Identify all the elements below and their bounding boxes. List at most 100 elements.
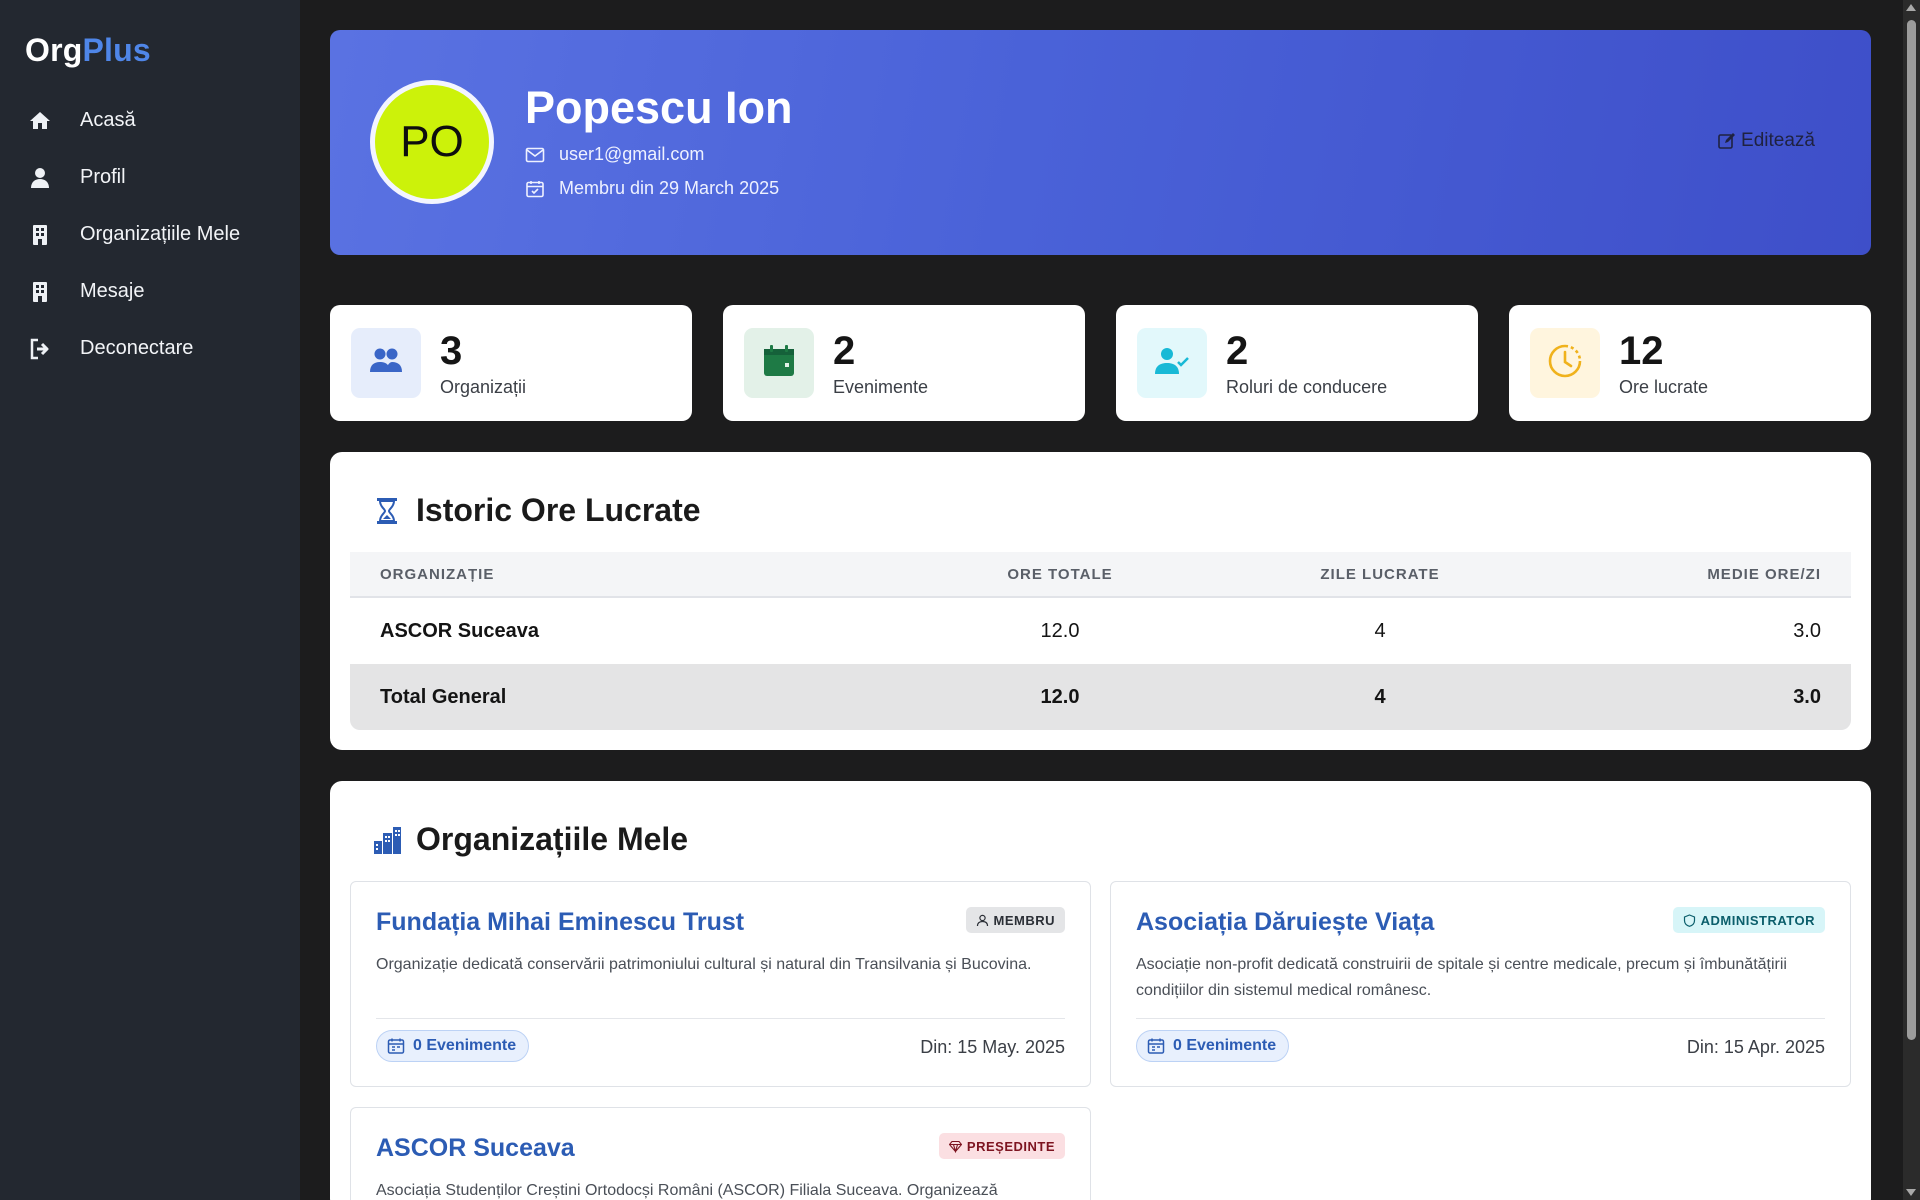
profile-email: user1@gmail.com bbox=[559, 144, 705, 164]
sidebar-item-acasa[interactable]: Acasă bbox=[0, 92, 300, 149]
shield-icon bbox=[1683, 913, 1696, 927]
my-organizations-card: Organizațiile Mele Fundația Mihai Emines… bbox=[330, 781, 1871, 1200]
calendar-icon bbox=[762, 344, 796, 383]
profile-header: PO Popescu Ion user1@gmail.com Membru di… bbox=[330, 30, 1871, 255]
sidebar-item-profil[interactable]: Profil bbox=[0, 149, 300, 206]
organization-description: Asociație non-profit dedicată construiri… bbox=[1136, 956, 1787, 999]
scroll-down-arrow-icon[interactable] bbox=[1906, 1189, 1916, 1196]
profile-member-since: Membru din 29 March 2025 bbox=[559, 178, 780, 198]
profile-email-row: user1@gmail.com bbox=[525, 144, 704, 165]
cell-days: 4 bbox=[1374, 619, 1386, 642]
sidebar-item-label: Profil bbox=[80, 166, 126, 188]
stat-badge bbox=[1137, 328, 1207, 398]
stat-card-roluri: 2 Roluri de conducere bbox=[1116, 305, 1478, 421]
cell-org: ASCOR Suceava bbox=[380, 619, 539, 642]
member-since: Din: 15 Apr. 2025 bbox=[1686, 1037, 1825, 1057]
sidebar-item-label: Acasă bbox=[80, 109, 136, 131]
user-check-icon bbox=[1154, 346, 1190, 381]
avatar-initials: PO bbox=[400, 117, 464, 166]
city-icon bbox=[372, 825, 402, 855]
role-label: ADMINISTRATOR bbox=[1700, 912, 1815, 928]
user-icon bbox=[976, 914, 989, 927]
edit-profile-label: Editează bbox=[1741, 130, 1815, 151]
building-icon bbox=[28, 280, 52, 304]
stat-label: Roluri de conducere bbox=[1226, 377, 1388, 397]
sidebar-nav: Acasă Profil Organizațiile Mele Mesaje D… bbox=[0, 92, 300, 377]
role-badge: PREȘEDINTE bbox=[938, 1133, 1065, 1159]
role-label: PREȘEDINTE bbox=[966, 1138, 1055, 1154]
building-icon bbox=[28, 223, 52, 247]
events-count: 0 Evenimente bbox=[413, 1037, 517, 1054]
cell-avg: 3.0 bbox=[1793, 619, 1821, 642]
edit-profile-button[interactable]: Editează bbox=[1717, 130, 1815, 152]
scrollbar-thumb[interactable] bbox=[1907, 20, 1916, 1040]
my-organizations-title: Organizațiile Mele bbox=[416, 821, 689, 857]
organization-card[interactable]: ASCOR Suceava PREȘEDINTE Asociația Stude… bbox=[350, 1107, 1091, 1200]
home-icon bbox=[28, 109, 52, 133]
column-header-ore-totale[interactable]: ORE TOTALE bbox=[910, 566, 1210, 583]
organization-card[interactable]: Asociația Dăruiește Viața ADMINISTRATOR … bbox=[1110, 881, 1851, 1087]
cell-avg: 3.0 bbox=[1793, 685, 1821, 708]
hours-history-card: Istoric Ore Lucrate ORGANIZAȚIE ORE TOTA… bbox=[330, 452, 1871, 750]
profile-name: Popescu Ion bbox=[525, 82, 793, 133]
cell-total: 12.0 bbox=[1040, 619, 1080, 642]
organization-card[interactable]: Fundația Mihai Eminescu Trust MEMBRU Org… bbox=[350, 881, 1091, 1087]
sidebar-item-organizatii[interactable]: Organizațiile Mele bbox=[0, 206, 300, 263]
envelope-icon bbox=[525, 145, 545, 165]
sidebar: OrgPlus Acasă Profil Organizațiile Mele … bbox=[0, 0, 300, 1200]
profile-member-since-row: Membru din 29 March 2025 bbox=[525, 178, 779, 199]
divider bbox=[376, 1018, 1065, 1019]
column-header-zile-lucrate[interactable]: ZILE LUCRATE bbox=[1210, 566, 1550, 583]
hours-table: ORGANIZAȚIE ORE TOTALE ZILE LUCRATE MEDI… bbox=[350, 552, 1851, 730]
avatar: PO bbox=[370, 80, 494, 204]
calendar-check-icon bbox=[525, 179, 545, 199]
my-organizations-title-row: Organizațiile Mele bbox=[372, 821, 688, 858]
stat-value: 2 bbox=[1226, 329, 1249, 373]
organization-description: Asociația Studenților Creștini Ortodocși… bbox=[376, 1182, 998, 1199]
cell-days: 4 bbox=[1374, 685, 1386, 708]
stat-label: Organizații bbox=[440, 377, 527, 397]
organization-description: Organizație dedicată conservării patrimo… bbox=[376, 956, 1032, 973]
users-icon bbox=[369, 346, 403, 381]
brand-part-2: Plus bbox=[82, 32, 151, 68]
sidebar-item-label: Deconectare bbox=[80, 337, 194, 359]
hours-history-title: Istoric Ore Lucrate bbox=[416, 492, 701, 528]
sidebar-item-label: Organizațiile Mele bbox=[80, 223, 241, 245]
hours-history-title-row: Istoric Ore Lucrate bbox=[372, 492, 701, 529]
events-pill[interactable]: 0 Evenimente bbox=[1136, 1030, 1290, 1062]
sidebar-item-deconectare[interactable]: Deconectare bbox=[0, 320, 300, 377]
hourglass-icon bbox=[372, 496, 402, 526]
diamond-icon bbox=[948, 1140, 963, 1154]
stat-card-evenimente: 2 Evenimente bbox=[723, 305, 1085, 421]
events-pill[interactable]: 0 Evenimente bbox=[376, 1030, 530, 1062]
clock-icon bbox=[1547, 343, 1583, 384]
brand-logo[interactable]: OrgPlus bbox=[25, 32, 151, 69]
table-total-row: Total General 12.0 4 3.0 bbox=[350, 664, 1851, 730]
table-header: ORGANIZAȚIE ORE TOTALE ZILE LUCRATE MEDI… bbox=[350, 552, 1851, 598]
user-icon bbox=[28, 166, 52, 190]
sidebar-item-mesaje[interactable]: Mesaje bbox=[0, 263, 300, 320]
cell-total: 12.0 bbox=[1040, 685, 1080, 708]
events-count: 0 Evenimente bbox=[1173, 1037, 1277, 1054]
logout-icon bbox=[28, 337, 52, 361]
stat-card-organizatii: 3 Organizații bbox=[330, 305, 692, 421]
brand-part-1: Org bbox=[25, 32, 83, 68]
stat-badge bbox=[351, 328, 421, 398]
page-scrollbar[interactable] bbox=[1903, 0, 1920, 1200]
organization-name[interactable]: ASCOR Suceava bbox=[376, 1134, 575, 1163]
stat-value: 12 bbox=[1619, 329, 1664, 373]
stat-label: Ore lucrate bbox=[1619, 377, 1709, 397]
role-badge: ADMINISTRATOR bbox=[1672, 907, 1825, 933]
column-header-organizatie[interactable]: ORGANIZAȚIE bbox=[350, 566, 910, 583]
edit-icon bbox=[1717, 131, 1737, 151]
organization-name[interactable]: Asociația Dăruiește Viața bbox=[1136, 908, 1434, 937]
column-header-medie[interactable]: MEDIE ORE/ZI bbox=[1550, 566, 1851, 583]
stat-value: 2 bbox=[833, 329, 856, 373]
organization-name[interactable]: Fundația Mihai Eminescu Trust bbox=[376, 908, 744, 937]
calendar-icon bbox=[387, 1037, 405, 1055]
scroll-up-arrow-icon[interactable] bbox=[1906, 4, 1916, 11]
role-badge: MEMBRU bbox=[965, 907, 1065, 933]
role-label: MEMBRU bbox=[993, 912, 1055, 928]
member-since: Din: 15 May. 2025 bbox=[920, 1037, 1065, 1057]
cell-org: Total General bbox=[380, 685, 507, 708]
